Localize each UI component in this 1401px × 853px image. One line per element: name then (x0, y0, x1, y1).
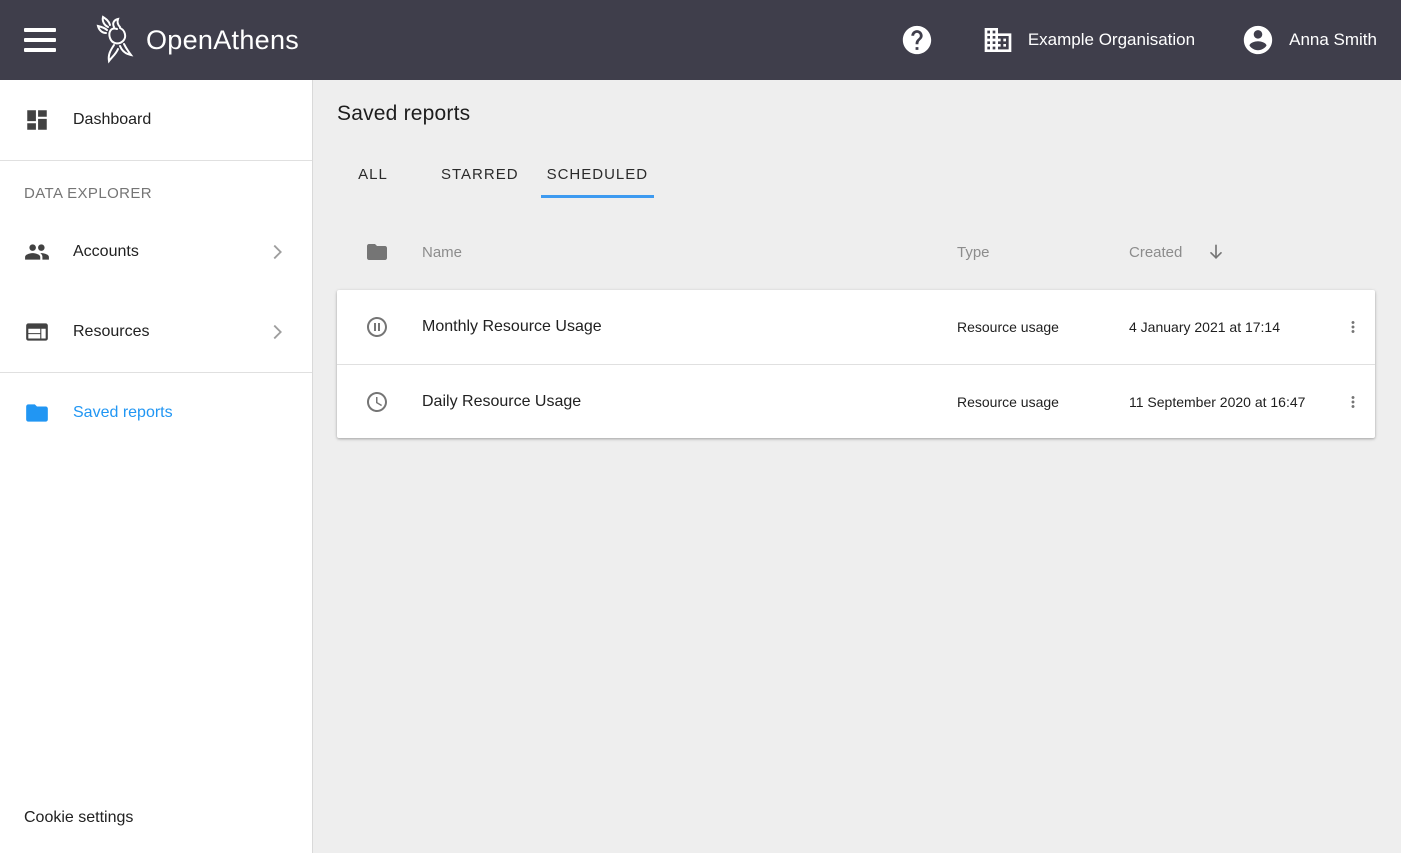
column-header-type[interactable]: Type (957, 244, 1129, 261)
report-type: Resource usage (957, 394, 1129, 410)
menu-icon[interactable] (24, 24, 56, 56)
organisation-icon (982, 24, 1014, 56)
logo-text: OpenAthens (146, 25, 299, 56)
sidebar-item-dashboard[interactable]: Dashboard (0, 80, 312, 160)
user-menu[interactable]: Anna Smith (1241, 23, 1377, 57)
page-title: Saved reports (337, 102, 1375, 126)
main-content: Saved reports ALL STARRED SCHEDULED Name… (313, 80, 1401, 853)
pause-circle-icon (365, 314, 389, 340)
top-bar: OpenAthens Example Organisation (0, 0, 1401, 80)
table-header: Name Type Created (337, 226, 1375, 278)
tab-scheduled[interactable]: SCHEDULED (533, 150, 663, 198)
chevron-right-icon (266, 321, 288, 343)
sidebar-item-label: Accounts (73, 243, 266, 261)
dashboard-icon (24, 107, 50, 133)
chevron-right-icon (266, 241, 288, 263)
sidebar-item-label: Resources (73, 323, 266, 341)
help-icon[interactable] (900, 23, 934, 57)
kebab-menu-icon[interactable] (1339, 388, 1367, 416)
saved-reports-list: Monthly Resource Usage Resource usage 4 … (337, 290, 1375, 438)
sidebar-item-accounts[interactable]: Accounts (0, 212, 312, 292)
column-header-name[interactable]: Name (422, 244, 957, 261)
report-created: 11 September 2020 at 16:47 (1129, 394, 1331, 410)
folder-icon (24, 400, 50, 426)
account-circle-icon (1241, 23, 1275, 57)
app-window: OpenAthens Example Organisation (0, 0, 1401, 853)
people-icon (24, 239, 50, 265)
sidebar-section-label: DATA EXPLORER (0, 161, 312, 212)
sidebar-item-resources[interactable]: Resources (0, 292, 312, 372)
report-name: Monthly Resource Usage (422, 318, 957, 336)
clock-icon (365, 389, 389, 415)
web-icon (24, 319, 50, 345)
sort-descending-icon[interactable] (1206, 242, 1226, 262)
tab-starred[interactable]: STARRED (427, 150, 533, 198)
report-created: 4 January 2021 at 17:14 (1129, 319, 1331, 335)
tab-bar: ALL STARRED SCHEDULED (337, 150, 1375, 198)
cookie-settings-link[interactable]: Cookie settings (0, 809, 312, 853)
kebab-menu-icon[interactable] (1339, 313, 1367, 341)
organisation-selector[interactable]: Example Organisation (982, 24, 1195, 56)
openathens-logo-icon (94, 15, 140, 65)
report-row-monthly[interactable]: Monthly Resource Usage Resource usage 4 … (337, 290, 1375, 364)
tab-all[interactable]: ALL (337, 150, 409, 198)
report-row-daily[interactable]: Daily Resource Usage Resource usage 11 S… (337, 364, 1375, 438)
user-name: Anna Smith (1289, 30, 1377, 50)
report-name: Daily Resource Usage (422, 393, 957, 411)
folder-icon (365, 239, 389, 265)
sidebar: Dashboard DATA EXPLORER Accounts (0, 80, 313, 853)
sidebar-item-label: Saved reports (73, 404, 288, 422)
openathens-logo: OpenAthens (94, 15, 299, 65)
sidebar-item-saved-reports[interactable]: Saved reports (0, 373, 312, 453)
sidebar-item-label: Dashboard (73, 111, 288, 129)
column-header-created[interactable]: Created (1129, 242, 1331, 262)
organisation-name: Example Organisation (1028, 30, 1195, 50)
report-type: Resource usage (957, 319, 1129, 335)
